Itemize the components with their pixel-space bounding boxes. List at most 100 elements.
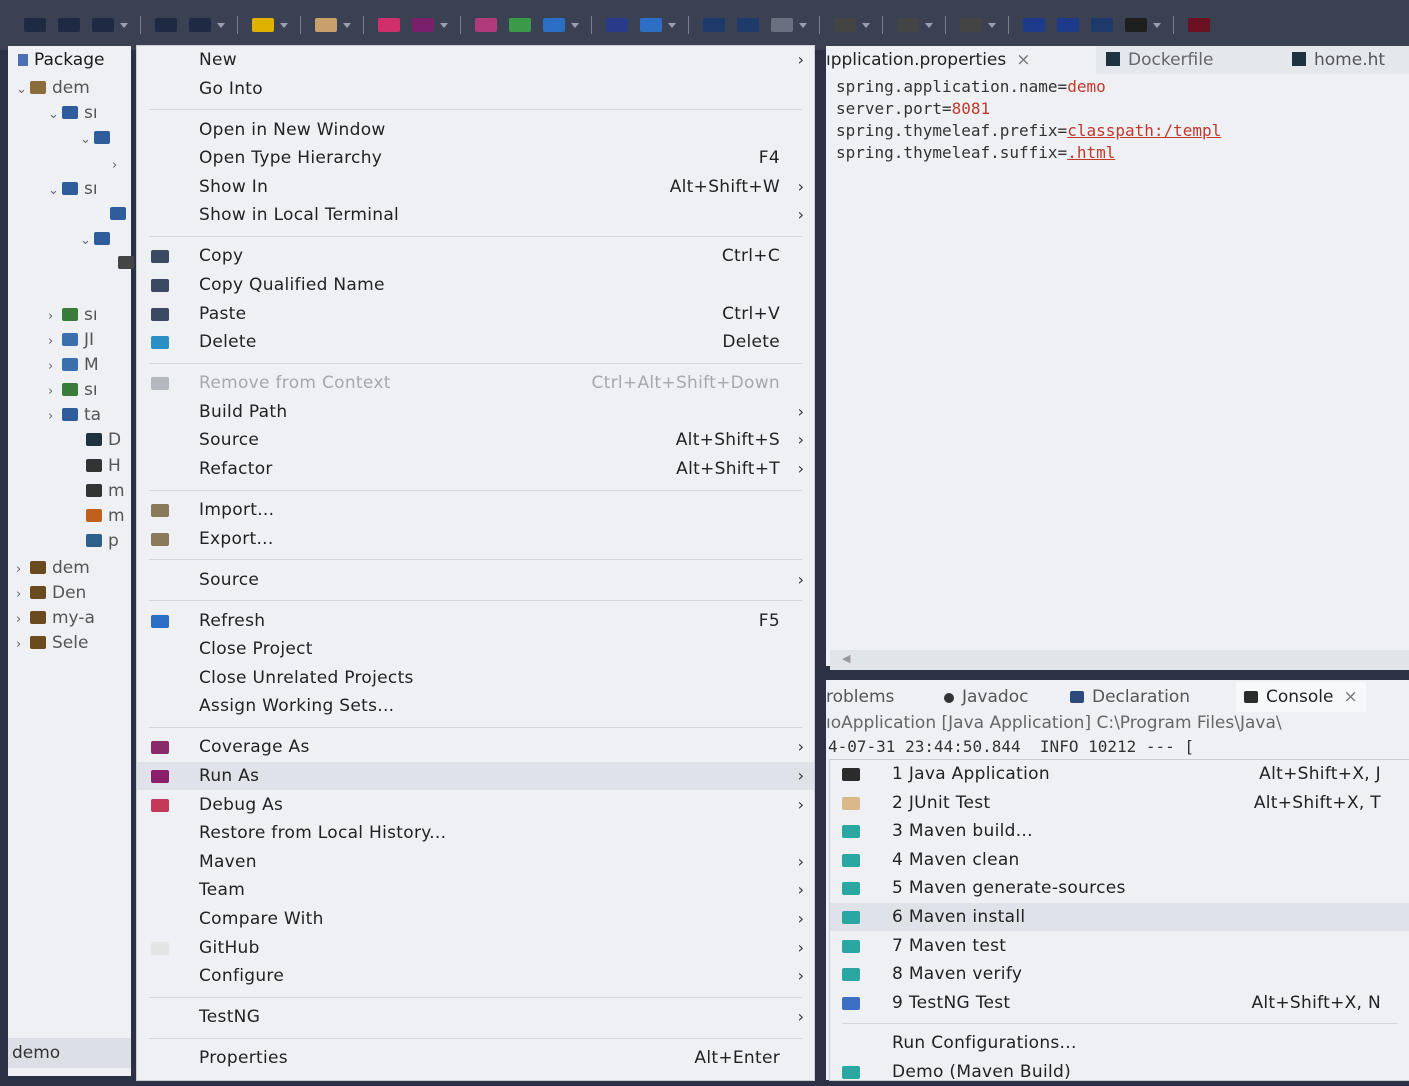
menu-item-close-project[interactable]: Close Project — [137, 635, 814, 663]
tree-item[interactable]: › — [112, 152, 126, 176]
menu-item-new[interactable]: New › — [137, 46, 814, 74]
menu-item-restore-from-local-history[interactable]: Restore from Local History... — [137, 819, 814, 847]
chevron-right-icon[interactable]: › — [16, 558, 30, 582]
tree-item[interactable]: › JI — [48, 328, 94, 352]
next-edit-icon[interactable] — [1125, 18, 1147, 32]
tree-item[interactable]: m — [72, 479, 125, 503]
chevron-down-icon[interactable] — [217, 22, 225, 28]
chevron-right-icon[interactable]: › — [112, 154, 126, 178]
menu-item-team[interactable]: Team › — [137, 876, 814, 904]
menu-item-open-type-hierarchy[interactable]: Open Type Hierarchy F4 — [137, 144, 814, 172]
chevron-down-icon[interactable] — [988, 22, 996, 28]
tree-item[interactable]: H — [72, 454, 121, 478]
chevron-right-icon[interactable]: › — [16, 608, 30, 632]
menu-item-show-in-local-terminal[interactable]: Show in Local Terminal › — [137, 201, 814, 229]
tab-dockerfile[interactable]: Dockerfile — [1106, 46, 1213, 74]
menu-item-source[interactable]: Source › — [137, 566, 814, 594]
menu-item-4-maven-clean[interactable]: 4 Maven clean — [830, 846, 1409, 874]
menu-item-testng[interactable]: TestNG › — [137, 1003, 814, 1031]
tab-javadoc[interactable]: Javadoc — [944, 682, 1028, 712]
chevron-down-icon[interactable] — [343, 22, 351, 28]
chevron-down-icon[interactable] — [440, 22, 448, 28]
tree-item[interactable]: › ta — [48, 403, 101, 427]
chevron-down-icon[interactable]: ⌄ — [80, 128, 94, 152]
chevron-down-icon[interactable] — [799, 22, 807, 28]
tree-item[interactable]: › sı — [48, 303, 98, 327]
tree-item[interactable]: › sı — [48, 378, 98, 402]
menu-item-debug-as[interactable]: Debug As › — [137, 791, 814, 819]
menu-item-refresh[interactable]: Refresh F5 — [137, 607, 814, 635]
menu-item-demo-maven-build[interactable]: Demo (Maven Build) — [830, 1058, 1409, 1086]
menu-item-close-unrelated-projects[interactable]: Close Unrelated Projects — [137, 664, 814, 692]
chevron-right-icon[interactable]: › — [48, 380, 62, 404]
coverage-icon[interactable] — [509, 18, 531, 32]
chevron-down-icon[interactable]: ⌄ — [48, 179, 62, 203]
menu-item-configure[interactable]: Configure › — [137, 962, 814, 990]
chevron-right-icon[interactable]: › — [48, 330, 62, 354]
menu-item-import[interactable]: Import... — [137, 496, 814, 524]
chevron-right-icon[interactable]: › — [16, 633, 30, 657]
menu-item-5-maven-generate-sources[interactable]: 5 Maven generate-sources — [830, 874, 1409, 902]
tree-item[interactable]: › my-a — [16, 606, 95, 630]
tree-item[interactable]: D — [72, 428, 121, 452]
menu-item-7-maven-test[interactable]: 7 Maven test — [830, 932, 1409, 960]
open-task-icon[interactable] — [737, 18, 759, 32]
close-icon[interactable]: × — [1344, 687, 1358, 707]
chevron-down-icon[interactable] — [280, 22, 288, 28]
menu-item-9-testng-test[interactable]: 9 TestNG Test Alt+Shift+X, N — [830, 989, 1409, 1017]
undo-icon[interactable] — [155, 18, 177, 32]
toggle-icon[interactable] — [897, 18, 919, 32]
new-class-icon[interactable] — [606, 18, 628, 32]
menu-item-2-junit-test[interactable]: 2 JUnit Test Alt+Shift+X, T — [830, 789, 1409, 817]
chevron-down-icon[interactable]: ⌄ — [80, 229, 94, 253]
run-icon[interactable] — [412, 18, 434, 32]
save-icon[interactable] — [58, 18, 80, 32]
menu-item-coverage-as[interactable]: Coverage As › — [137, 733, 814, 761]
chevron-down-icon[interactable] — [925, 22, 933, 28]
menu-item-github[interactable]: GitHub › — [137, 934, 814, 962]
tree-item[interactable]: › M — [48, 353, 99, 377]
tree-item[interactable]: ⌄ sı — [48, 101, 98, 125]
menu-item-build-path[interactable]: Build Path › — [137, 398, 814, 426]
tree-item[interactable]: › Sele — [16, 631, 88, 655]
chevron-down-icon[interactable] — [120, 22, 128, 28]
build-icon[interactable] — [315, 18, 337, 32]
scroll-left-icon[interactable]: ◀ — [842, 652, 850, 665]
chevron-down-icon[interactable] — [571, 22, 579, 28]
menu-item-source[interactable]: Source Alt+Shift+S › — [137, 426, 814, 454]
open-type-icon[interactable] — [640, 18, 662, 32]
tree-item[interactable]: ⌄ — [80, 126, 116, 150]
tree-item[interactable]: ⌄ dem — [16, 76, 90, 100]
menu-item-3-maven-build[interactable]: 3 Maven build... — [830, 817, 1409, 845]
menu-item-go-into[interactable]: Go Into — [137, 75, 814, 103]
menu-item-6-maven-install[interactable]: 6 Maven install — [830, 903, 1409, 931]
paragraph-icon[interactable] — [834, 18, 856, 32]
tree-item[interactable]: › Den — [16, 581, 86, 605]
menu-item-copy-qualified-name[interactable]: Copy Qualified Name — [137, 271, 814, 299]
menu-item-8-maven-verify[interactable]: 8 Maven verify — [830, 960, 1409, 988]
chevron-down-icon[interactable] — [1153, 22, 1161, 28]
tab-problems[interactable]: roblems — [826, 682, 894, 712]
menu-item-1-java-application[interactable]: 1 Java Application Alt+Shift+X, J — [830, 760, 1409, 788]
chevron-right-icon[interactable]: › — [48, 405, 62, 429]
tab-declaration[interactable]: Declaration — [1070, 682, 1190, 712]
tree-item[interactable]: p — [72, 529, 119, 553]
chevron-right-icon[interactable]: › — [16, 583, 30, 607]
tab-application-properties[interactable]: ıpplication.properties × — [826, 46, 1096, 74]
close-icon[interactable]: × — [1016, 50, 1030, 70]
perspective-icon[interactable] — [1188, 18, 1210, 32]
save-all-icon[interactable] — [92, 18, 114, 32]
tab-home-html[interactable]: home.ht — [1292, 46, 1385, 74]
tab-console[interactable]: Console × — [1236, 682, 1366, 712]
tree-item[interactable]: ⌄ — [80, 227, 116, 251]
horizontal-scrollbar[interactable]: ◀ — [830, 650, 1409, 670]
chevron-right-icon[interactable]: › — [48, 355, 62, 379]
menu-item-delete[interactable]: Delete Delete — [137, 328, 814, 356]
annotation-icon[interactable] — [771, 18, 793, 32]
chevron-down-icon[interactable] — [862, 22, 870, 28]
forward-icon[interactable] — [1057, 18, 1079, 32]
menu-item-copy[interactable]: Copy Ctrl+C — [137, 242, 814, 270]
tree-item[interactable]: m — [72, 504, 125, 528]
tree-item[interactable]: ⌄ sı — [48, 177, 98, 201]
menu-item-compare-with[interactable]: Compare With › — [137, 905, 814, 933]
